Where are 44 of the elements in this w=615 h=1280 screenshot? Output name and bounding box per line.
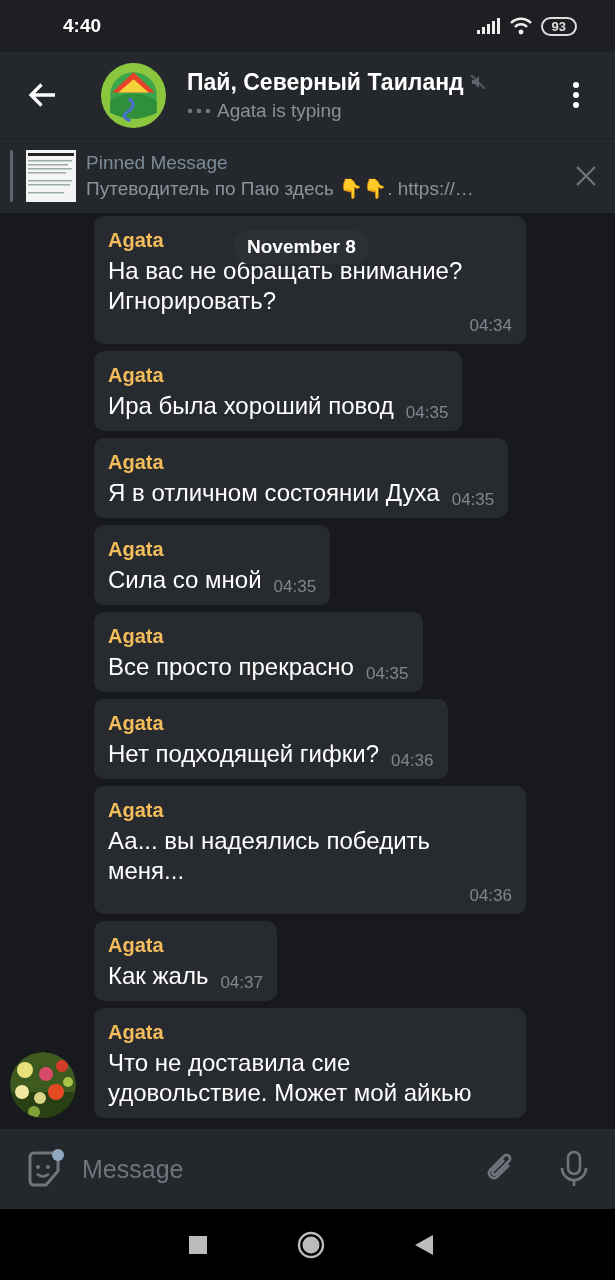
message-time: 04:35 (364, 664, 409, 684)
message-time: 04:35 (450, 490, 495, 510)
message-text: Что не доставила сие удовольствие. Может мой айкью (108, 1048, 473, 1108)
home-icon[interactable] (296, 1231, 325, 1259)
sender-name: Agata (108, 625, 164, 648)
battery-indicator: 93 (540, 16, 577, 36)
microphone-icon[interactable] (559, 1150, 589, 1188)
composer-bar[interactable]: Message (0, 1129, 615, 1209)
message-input[interactable]: Message (82, 1149, 485, 1189)
message-time: 04:36 (390, 751, 434, 771)
pinned-text[interactable]: Путеводитель по Паю здесь 👇👇. https://… (86, 177, 575, 200)
document-thumbnail-icon (26, 150, 76, 202)
sender-name: Agata (108, 934, 164, 957)
message-text: Как жаль (108, 961, 209, 991)
sender-name: Agata (108, 799, 164, 822)
pinned-label: Pinned Message (86, 152, 229, 174)
sender-name: Agata (108, 538, 164, 561)
sender-name: Agata (108, 1021, 164, 1044)
signal-icon (476, 18, 501, 34)
typing-status: Agata is typing (217, 99, 342, 122)
chat-title: Пай, Северный Таиланд (187, 68, 464, 96)
message-time: 04:35 (404, 403, 449, 423)
clock: 4:40 (63, 15, 103, 37)
back-icon[interactable] (414, 1235, 433, 1255)
sender-name: Agata (108, 364, 164, 387)
sender-name: Agata (108, 229, 164, 252)
recents-icon[interactable] (188, 1236, 207, 1254)
group-avatar-icon[interactable] (100, 61, 167, 129)
message-text: Аа... вы надеялись победить меня... (108, 826, 432, 886)
close-icon[interactable] (575, 165, 597, 187)
message-text: Сила со мной (108, 565, 262, 595)
message-time: 04:36 (468, 886, 512, 906)
wifi-icon (508, 17, 533, 35)
sender-name: Agata (108, 712, 164, 735)
typing-icon (187, 107, 211, 114)
message-time: 04:35 (272, 577, 317, 597)
message-text: Я в отличном состоянии Духа (108, 478, 440, 508)
menu-icon[interactable] (571, 81, 581, 109)
message-text: Все просто прекрасно (108, 652, 354, 682)
message-time: 04:34 (468, 316, 512, 336)
message-text: Нет подходящей гифки? (108, 739, 379, 769)
message-text: Ира была хороший повод (108, 391, 394, 421)
message-time: 04:37 (219, 973, 263, 993)
sender-name: Agata (108, 451, 164, 474)
